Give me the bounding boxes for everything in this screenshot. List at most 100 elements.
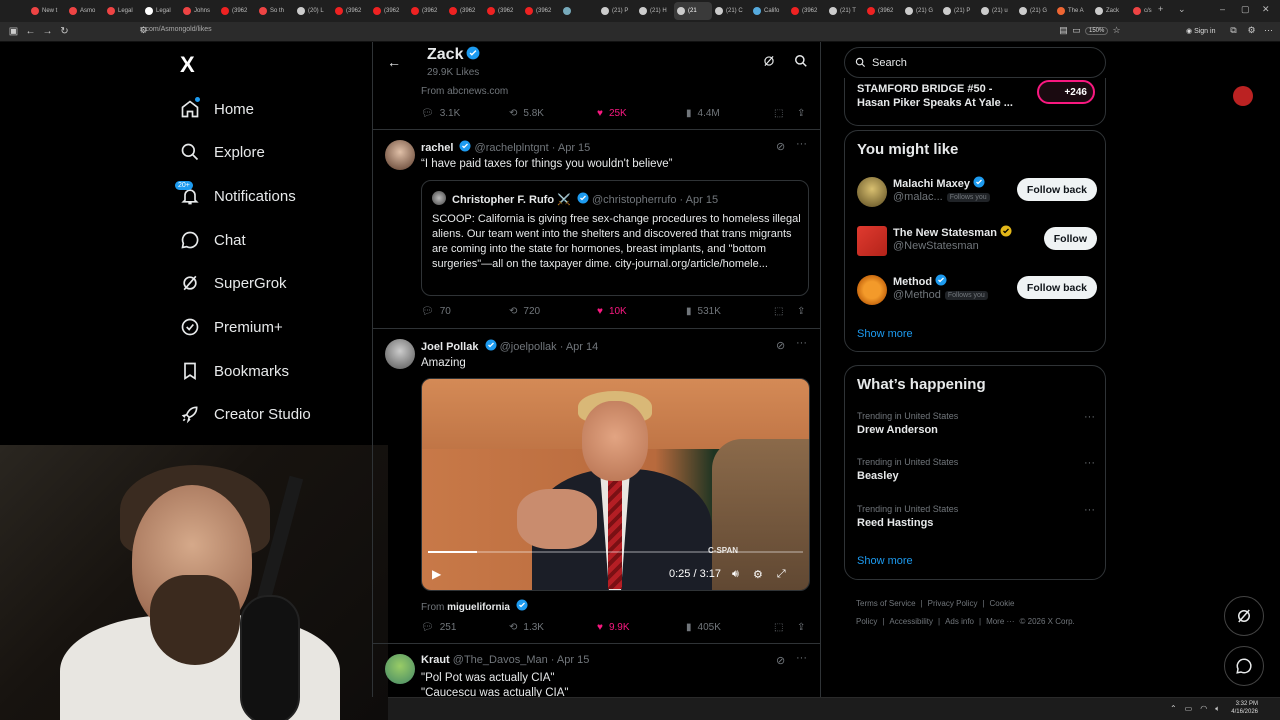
share-button[interactable]: ⇪	[797, 622, 805, 633]
show-more-link[interactable]: Show more	[857, 555, 913, 567]
more-icon[interactable]: ···	[1084, 504, 1095, 516]
settings-icon[interactable]: ⚙	[1243, 25, 1260, 36]
reply-button[interactable]: 💬︎ 3.1K	[421, 108, 460, 119]
like-button[interactable]: ♥ 25K	[597, 108, 627, 119]
avatar[interactable]	[857, 275, 887, 305]
tweet-date[interactable]: · Apr 15	[551, 654, 590, 666]
tweet-date[interactable]: · Apr 15	[552, 142, 591, 154]
back-arrow-icon[interactable]: ←	[387, 54, 401, 70]
browser-tab[interactable]: (21) u	[978, 2, 1016, 20]
grok-fab-button[interactable]	[1224, 596, 1264, 636]
views-button[interactable]: ▮ 405K	[686, 622, 721, 633]
avatar[interactable]	[857, 226, 887, 256]
bookmark-button[interactable]: ⬚	[774, 108, 783, 119]
wifi-icon[interactable]: ◠	[1200, 704, 1207, 714]
x-logo[interactable]: X	[180, 52, 195, 78]
grok-icon[interactable]	[762, 54, 776, 68]
suggested-user[interactable]: Malachi Maxey @malac... Follows you Follo…	[857, 175, 1097, 209]
browser-tab[interactable]: (3962	[408, 2, 446, 20]
share-button[interactable]: ⇪	[797, 306, 805, 317]
browser-tab[interactable]	[560, 2, 598, 20]
follow-back-button[interactable]: Follow back	[1016, 178, 1097, 201]
browser-tab[interactable]: (20) L	[294, 2, 332, 20]
nav-chat[interactable]: Chat	[180, 228, 246, 252]
live-space-card[interactable]: STAMFORD BRIDGE #50 - Hasan Piker Speaks…	[844, 78, 1253, 126]
browser-tab[interactable]: (3962	[484, 2, 522, 20]
nav-notifications[interactable]: Notifications	[180, 184, 296, 208]
tab-list-chevron-icon[interactable]: ⌄	[1178, 4, 1186, 15]
quote-tweet[interactable]: Christopher F. Rufo ⚔️ @christopherrufo …	[421, 180, 809, 296]
tweet-rachel[interactable]: rachel @rachelplntgnt · Apr 15 ⊘ ··· “I …	[373, 130, 820, 329]
browser-tab[interactable]: (3962	[864, 2, 902, 20]
grok-icon[interactable]: ⊘	[776, 140, 785, 153]
footer-link[interactable]: Terms of Service	[856, 599, 916, 608]
suggested-user[interactable]: The New Statesman @NewStatesman Follow	[857, 224, 1097, 258]
like-button[interactable]: ♥ 10K	[597, 306, 627, 317]
settings-icon[interactable]: ⚙	[753, 568, 763, 581]
browser-tab[interactable]: (21) P	[598, 2, 636, 20]
browser-tab[interactable]: (3962	[788, 2, 826, 20]
browser-tab[interactable]: Legal	[104, 2, 142, 20]
close-window-button[interactable]: ✕	[1262, 4, 1270, 15]
tweet-source[interactable]: From abcnews.com	[421, 85, 508, 99]
more-icon[interactable]: ···	[796, 138, 807, 150]
avatar[interactable]	[385, 140, 415, 170]
chat-fab-button[interactable]	[1224, 646, 1264, 686]
suggested-user[interactable]: Method @Method Follows you Follow back	[857, 273, 1097, 307]
trend-item[interactable]: Trending in United States Drew Anderson …	[857, 411, 1097, 441]
browser-tab[interactable]: (3962	[370, 2, 408, 20]
browser-tab[interactable]: The A	[1054, 2, 1092, 20]
show-more-link[interactable]: Show more	[857, 328, 913, 340]
video-progress-bar[interactable]	[428, 551, 803, 553]
browser-tab[interactable]: (21) G	[902, 2, 940, 20]
browser-tab[interactable]: Legal	[142, 2, 180, 20]
author-handle[interactable]: @joelpollak	[500, 341, 557, 353]
browser-tab[interactable]: (3962	[218, 2, 256, 20]
reload-icon[interactable]: ↻	[56, 26, 73, 37]
nav-home[interactable]: Home	[180, 97, 254, 121]
follow-button[interactable]: Follow	[1043, 227, 1097, 250]
like-button[interactable]: ♥ 9.9K	[597, 622, 630, 633]
nav-creator-studio[interactable]: Creator Studio	[180, 402, 311, 426]
volume-icon[interactable]: 🔈︎	[1215, 704, 1220, 714]
browser-tab[interactable]: (3962	[332, 2, 370, 20]
repost-button[interactable]: ⟲ 720	[509, 306, 540, 317]
browser-tab[interactable]: Zack	[1092, 2, 1130, 20]
browser-tab[interactable]: (3962	[446, 2, 484, 20]
zoom-level[interactable]: 150%	[1085, 27, 1109, 35]
screenshot-icon[interactable]: ▭	[1068, 25, 1085, 36]
repost-button[interactable]: ⟲ 1.3K	[509, 622, 544, 633]
search-input[interactable]: Search	[844, 47, 1106, 78]
bookmark-button[interactable]: ⬚	[774, 306, 783, 317]
tweet-kraut[interactable]: Kraut @The_Davos_Man · Apr 15 ⊘ ··· "Pol…	[373, 644, 820, 697]
forward-icon[interactable]: →	[39, 26, 56, 37]
reply-button[interactable]: 💬︎ 251	[421, 622, 456, 633]
author-handle[interactable]: @The_Davos_Man	[453, 654, 548, 666]
nav-explore[interactable]: Explore	[180, 140, 265, 164]
trend-item[interactable]: Trending in United States Reed Hastings …	[857, 504, 1097, 534]
tweet-date[interactable]: · Apr 14	[560, 341, 599, 353]
footer-link[interactable]: More ···	[986, 617, 1014, 626]
fullscreen-icon[interactable]: ⤢	[777, 568, 786, 581]
back-icon[interactable]: ←	[22, 26, 39, 37]
reply-button[interactable]: 💬︎ 70	[421, 306, 451, 317]
browser-tab[interactable]: So th	[256, 2, 294, 20]
nav-bookmarks[interactable]: Bookmarks	[180, 359, 289, 383]
nav-supergrok[interactable]: SuperGrok	[180, 271, 287, 295]
browser-tab[interactable]: (21) P	[940, 2, 978, 20]
footer-link[interactable]: Ads info	[945, 617, 974, 626]
views-button[interactable]: ▮ 4.4M	[686, 108, 720, 119]
footer-link[interactable]: © 2026 X Corp.	[1020, 617, 1075, 626]
browser-tab[interactable]: Johns	[180, 2, 218, 20]
footer-link[interactable]: Privacy Policy	[928, 599, 978, 608]
clock[interactable]: 3:32 PM 4/16/2026	[1231, 700, 1258, 716]
browser-tab[interactable]: (21	[674, 2, 712, 20]
share-button[interactable]: ⇪	[797, 108, 805, 119]
author-handle[interactable]: @rachelplntgnt	[475, 142, 549, 154]
menu-icon[interactable]: ⋯	[1260, 25, 1277, 36]
follow-back-button[interactable]: Follow back	[1016, 276, 1097, 299]
avatar[interactable]	[385, 339, 415, 369]
grok-icon[interactable]: ⊘	[776, 339, 785, 352]
network-icon[interactable]: ▭	[1185, 704, 1193, 714]
search-icon[interactable]	[794, 54, 808, 68]
